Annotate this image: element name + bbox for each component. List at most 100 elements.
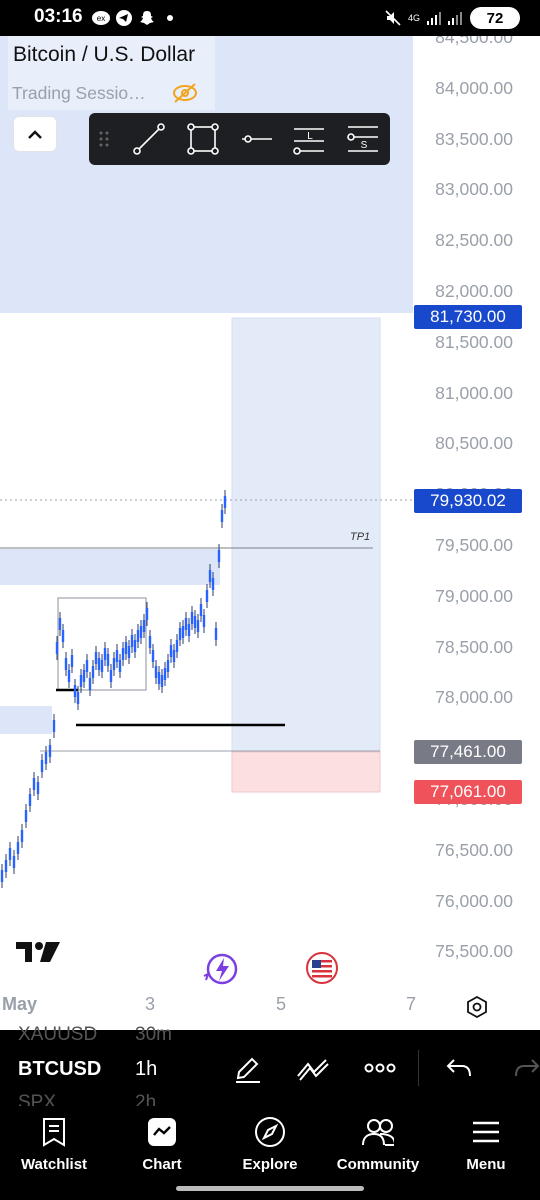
candle-body bbox=[142, 620, 146, 632]
current-price-tag: 79,930.02 bbox=[414, 489, 522, 513]
pencil-draw-icon[interactable] bbox=[234, 1054, 262, 1084]
candle-body bbox=[20, 830, 24, 842]
time-label: May bbox=[2, 994, 38, 1014]
symbol-interval[interactable]: 30m bbox=[135, 1024, 172, 1046]
price-axis-label: 81,000.00 bbox=[435, 382, 513, 403]
candle-body bbox=[4, 860, 8, 872]
price-axis-label: 79,000.00 bbox=[435, 585, 513, 606]
collapse-legend-button[interactable] bbox=[13, 116, 57, 152]
stop-price-tag: 77,061.00 bbox=[414, 780, 522, 804]
time-label: 7 bbox=[406, 994, 417, 1014]
candle-body bbox=[130, 635, 134, 647]
community-icon bbox=[362, 1116, 394, 1148]
candle-body bbox=[32, 778, 36, 790]
candle-body bbox=[61, 630, 65, 642]
drag-handle-icon[interactable] bbox=[89, 121, 119, 157]
nav-menu[interactable]: Menu bbox=[432, 1106, 540, 1200]
candle-body bbox=[184, 618, 188, 630]
chart-settings-icon[interactable] bbox=[466, 995, 488, 1019]
candle-body bbox=[145, 608, 149, 620]
candle-body bbox=[169, 645, 173, 657]
price-axis-label: 80,500.00 bbox=[435, 433, 513, 454]
exness-app-icon: ex bbox=[92, 10, 110, 26]
nav-watchlist[interactable]: Watchlist bbox=[0, 1106, 108, 1200]
indicators-icon[interactable] bbox=[296, 1054, 330, 1084]
candle-body bbox=[44, 752, 48, 764]
candle-body bbox=[133, 640, 137, 652]
candle-body bbox=[12, 856, 16, 868]
candle-body bbox=[55, 642, 59, 654]
price-axis-label: 84,500.00 bbox=[435, 36, 513, 47]
candle-body bbox=[88, 678, 92, 690]
chevron-up-icon bbox=[28, 130, 42, 139]
short-position-icon[interactable]: S bbox=[345, 121, 381, 157]
long-position-icon[interactable]: L bbox=[291, 121, 327, 157]
candle-body bbox=[154, 666, 158, 678]
svg-text:ex: ex bbox=[97, 14, 105, 23]
active-symbol-name[interactable]: BTCUSD bbox=[18, 1058, 101, 1081]
candle-body bbox=[24, 810, 28, 822]
bottom-nav[interactable]: Watchlist Chart Explore Community Menu bbox=[0, 1106, 540, 1200]
tp1-label: TP1 bbox=[350, 531, 371, 543]
price-axis-label: 82,500.00 bbox=[435, 230, 513, 251]
candle-body bbox=[118, 660, 122, 672]
candle-body bbox=[211, 578, 215, 590]
candle-body bbox=[199, 604, 203, 616]
entry-price-tag: 77,461.00 bbox=[414, 740, 522, 764]
candle-body bbox=[52, 720, 56, 732]
redo-icon[interactable] bbox=[514, 1056, 540, 1080]
more-icon[interactable] bbox=[364, 1060, 396, 1076]
lightning-events-icon[interactable] bbox=[202, 952, 240, 986]
candle-body bbox=[48, 745, 52, 757]
candle-body bbox=[94, 652, 98, 664]
candle-body bbox=[8, 848, 12, 860]
candle-body bbox=[40, 760, 44, 772]
indicator-label[interactable]: Trading Sessio… bbox=[12, 83, 146, 104]
chart-icon bbox=[146, 1116, 178, 1148]
rectangle-icon[interactable] bbox=[185, 121, 221, 157]
nav-label: Explore bbox=[242, 1156, 298, 1173]
us-flag-icon[interactable] bbox=[306, 952, 338, 984]
candle-body bbox=[136, 630, 140, 642]
candle-body bbox=[187, 624, 191, 636]
nav-label: Watchlist bbox=[20, 1156, 88, 1173]
active-symbol-interval[interactable]: 1h bbox=[135, 1058, 157, 1081]
home-indicator[interactable] bbox=[176, 1186, 364, 1191]
time-label: 3 bbox=[145, 994, 156, 1014]
drawing-toolbar[interactable]: L S bbox=[89, 113, 390, 165]
price-axis-label: 79,500.00 bbox=[435, 535, 513, 555]
horizontal-line-icon[interactable] bbox=[239, 121, 275, 157]
svg-text:S: S bbox=[361, 140, 368, 151]
network-type: 4G bbox=[407, 13, 420, 23]
nav-label: Community bbox=[336, 1156, 420, 1173]
tradingview-logo-icon[interactable] bbox=[16, 940, 60, 964]
svg-text:L: L bbox=[307, 131, 313, 142]
candle-body bbox=[79, 675, 83, 687]
mute-icon bbox=[384, 10, 402, 26]
chart-canvas[interactable]: 84,500.00 84,000.00 83,500.00 83,000.00 82,5… bbox=[0, 36, 540, 1030]
candle-body bbox=[196, 620, 200, 632]
candle-body bbox=[166, 660, 170, 672]
price-axis-label: 84,000.00 bbox=[435, 77, 513, 98]
candle-body bbox=[178, 628, 182, 640]
support-zone bbox=[0, 706, 52, 734]
price-axis-label: 78,000.00 bbox=[435, 687, 513, 708]
candle-body bbox=[163, 668, 167, 680]
candle-body bbox=[151, 650, 155, 662]
trend-line-icon[interactable] bbox=[131, 121, 167, 157]
candle-body bbox=[36, 782, 40, 794]
hidden-eye-icon[interactable] bbox=[172, 82, 198, 104]
candle-body bbox=[139, 626, 143, 638]
symbol-legend[interactable]: Bitcoin / U.S. Dollar Trading Sessio… bbox=[8, 36, 215, 110]
symbol-bar[interactable]: XAUUSD 30m BTCUSD 1h SPX 2h bbox=[0, 1024, 540, 1113]
candle-body bbox=[97, 658, 101, 670]
symbol-name[interactable]: XAUUSD bbox=[18, 1024, 97, 1046]
candle-body bbox=[193, 616, 197, 628]
candle-body bbox=[205, 590, 209, 602]
long-stop-zone[interactable] bbox=[231, 751, 381, 793]
candle-body bbox=[214, 628, 218, 640]
undo-icon[interactable] bbox=[446, 1056, 472, 1080]
candle-body bbox=[70, 655, 74, 667]
time-label: 5 bbox=[276, 994, 287, 1014]
candle-body bbox=[76, 692, 80, 704]
